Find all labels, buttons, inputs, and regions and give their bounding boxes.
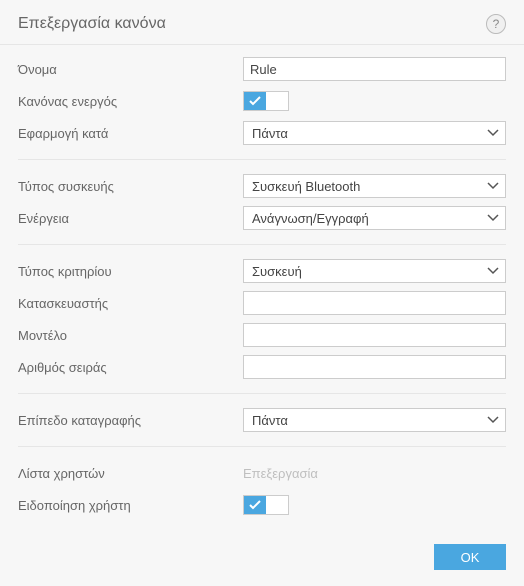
label-user-list: Λίστα χρηστών xyxy=(18,466,243,481)
label-user-notice: Ειδοποίηση χρήστη xyxy=(18,498,243,513)
row-action: Ενέργεια Ανάγνωση/Εγγραφή xyxy=(18,202,506,234)
row-device-type: Τύπος συσκευής Συσκευή Bluetooth xyxy=(18,170,506,202)
chevron-down-icon xyxy=(487,267,499,275)
row-rule-enabled: Κανόνας ενεργός xyxy=(18,85,506,117)
action-select[interactable]: Ανάγνωση/Εγγραφή xyxy=(243,206,506,230)
model-input[interactable] xyxy=(243,323,506,347)
row-user-notice: Ειδοποίηση χρήστη xyxy=(18,489,506,521)
label-serial: Αριθμός σειράς xyxy=(18,360,243,375)
label-criteria-type: Τύπος κριτηρίου xyxy=(18,264,243,279)
device-type-select[interactable]: Συσκευή Bluetooth xyxy=(243,174,506,198)
label-model: Μοντέλο xyxy=(18,328,243,343)
label-manufacturer: Κατασκευαστής xyxy=(18,296,243,311)
row-serial: Αριθμός σειράς xyxy=(18,351,506,383)
help-icon[interactable]: ? xyxy=(486,14,506,34)
divider xyxy=(18,446,506,447)
label-device-type: Τύπος συσκευής xyxy=(18,179,243,194)
row-log-level: Επίπεδο καταγραφής Πάντα xyxy=(18,404,506,436)
row-apply-during: Εφαρμογή κατά Πάντα xyxy=(18,117,506,149)
row-name: Όνομα xyxy=(18,53,506,85)
row-user-list: Λίστα χρηστών Επεξεργασία xyxy=(18,457,506,489)
serial-input[interactable] xyxy=(243,355,506,379)
user-notice-toggle[interactable] xyxy=(243,495,289,515)
row-model: Μοντέλο xyxy=(18,319,506,351)
apply-during-select[interactable]: Πάντα xyxy=(243,121,506,145)
dialog-title: Επεξεργασία κανόνα xyxy=(18,15,166,33)
criteria-type-select[interactable]: Συσκευή xyxy=(243,259,506,283)
label-log-level: Επίπεδο καταγραφής xyxy=(18,413,243,428)
divider xyxy=(18,393,506,394)
check-icon xyxy=(249,500,261,510)
dialog-body: Όνομα Κανόνας ενεργός Εφαρμ xyxy=(0,45,524,532)
label-name: Όνομα xyxy=(18,62,243,77)
divider xyxy=(18,244,506,245)
apply-during-value: Πάντα xyxy=(252,126,288,141)
name-input[interactable] xyxy=(243,57,506,81)
action-value: Ανάγνωση/Εγγραφή xyxy=(252,211,369,226)
rule-enabled-toggle[interactable] xyxy=(243,91,289,111)
check-icon xyxy=(249,96,261,106)
device-type-value: Συσκευή Bluetooth xyxy=(252,179,360,194)
chevron-down-icon xyxy=(487,129,499,137)
label-apply-during: Εφαρμογή κατά xyxy=(18,126,243,141)
chevron-down-icon xyxy=(487,416,499,424)
chevron-down-icon xyxy=(487,182,499,190)
log-level-value: Πάντα xyxy=(252,413,288,428)
criteria-type-value: Συσκευή xyxy=(252,264,302,279)
ok-button[interactable]: OK xyxy=(434,544,506,570)
label-rule-enabled: Κανόνας ενεργός xyxy=(18,94,243,109)
row-manufacturer: Κατασκευαστής xyxy=(18,287,506,319)
divider xyxy=(18,159,506,160)
row-criteria-type: Τύπος κριτηρίου Συσκευή xyxy=(18,255,506,287)
log-level-select[interactable]: Πάντα xyxy=(243,408,506,432)
dialog-header: Επεξεργασία κανόνα ? xyxy=(0,0,524,45)
user-list-edit-link[interactable]: Επεξεργασία xyxy=(243,466,318,481)
chevron-down-icon xyxy=(487,214,499,222)
edit-rule-dialog: Επεξεργασία κανόνα ? Όνομα Κανόνας ενεργ… xyxy=(0,0,524,586)
dialog-footer: OK xyxy=(0,532,524,586)
label-action: Ενέργεια xyxy=(18,211,243,226)
manufacturer-input[interactable] xyxy=(243,291,506,315)
